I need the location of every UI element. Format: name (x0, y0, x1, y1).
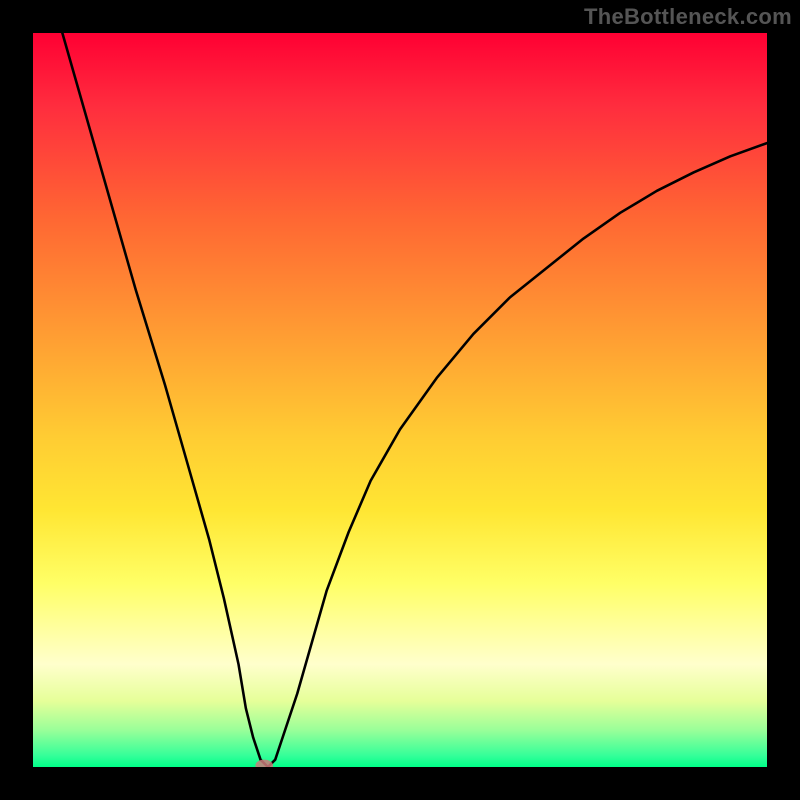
watermark-text: TheBottleneck.com (584, 4, 792, 30)
bottleneck-curve (62, 33, 767, 767)
minimum-marker (255, 760, 273, 767)
plot-area (33, 33, 767, 767)
curve-svg (33, 33, 767, 767)
chart-container: TheBottleneck.com (0, 0, 800, 800)
